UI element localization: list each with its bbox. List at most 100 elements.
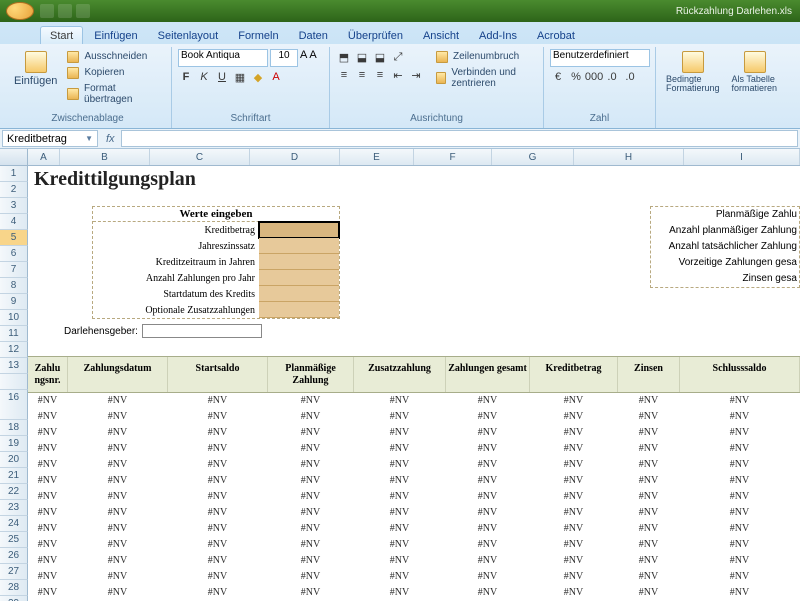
table-cell[interactable]: #NV [68, 473, 168, 489]
table-cell[interactable]: #NV [446, 393, 530, 409]
table-cell[interactable]: #NV [446, 489, 530, 505]
office-button[interactable] [6, 2, 34, 20]
table-cell[interactable]: #NV [68, 585, 168, 601]
table-cell[interactable]: #NV [168, 473, 268, 489]
format-as-table-button[interactable]: Als Tabelle formatieren [728, 49, 782, 95]
number-format-select[interactable]: Benutzerdefiniert [550, 49, 650, 67]
table-cell[interactable]: #NV [446, 569, 530, 585]
table-cell[interactable]: #NV [446, 585, 530, 601]
table-cell[interactable]: #NV [530, 505, 618, 521]
row-header[interactable]: 3 [0, 198, 28, 214]
table-header-cell[interactable]: Zusatzzahlung [354, 357, 446, 392]
input-cell[interactable] [259, 302, 339, 318]
table-cell[interactable]: #NV [618, 457, 680, 473]
table-cell[interactable]: #NV [530, 425, 618, 441]
table-cell[interactable]: #NV [268, 505, 354, 521]
cells-area[interactable]: Kredittilgungsplan Werte eingeben Kredit… [28, 166, 800, 601]
row-header[interactable]: 4 [0, 214, 28, 230]
table-cell[interactable]: #NV [530, 569, 618, 585]
table-header-cell[interactable]: Startsaldo [168, 357, 268, 392]
table-header-cell[interactable]: Zahlungen gesamt [446, 357, 530, 392]
table-cell[interactable]: #NV [168, 457, 268, 473]
table-cell[interactable]: #NV [446, 521, 530, 537]
row-header[interactable]: 10 [0, 310, 28, 326]
ribbon-tab-start[interactable]: Start [40, 26, 83, 44]
table-cell[interactable]: #NV [618, 409, 680, 425]
ribbon-tab-überprüfen[interactable]: Überprüfen [339, 27, 412, 44]
table-cell[interactable]: #NV [680, 409, 800, 425]
table-cell[interactable]: #NV [28, 393, 68, 409]
font-color-icon[interactable]: A [268, 69, 284, 85]
table-cell[interactable]: #NV [68, 425, 168, 441]
table-cell[interactable]: #NV [354, 585, 446, 601]
format-painter-button[interactable]: Format übertragen [65, 81, 165, 107]
table-header-cell[interactable]: Schlusssaldo [680, 357, 800, 392]
lender-input[interactable] [142, 324, 262, 338]
table-cell[interactable]: #NV [618, 489, 680, 505]
table-cell[interactable]: #NV [680, 569, 800, 585]
col-header[interactable]: I [684, 149, 800, 165]
table-cell[interactable]: #NV [354, 457, 446, 473]
table-cell[interactable]: #NV [446, 409, 530, 425]
table-cell[interactable]: #NV [268, 409, 354, 425]
table-cell[interactable]: #NV [168, 505, 268, 521]
ribbon-tab-acrobat[interactable]: Acrobat [528, 27, 584, 44]
input-cell[interactable] [259, 254, 339, 270]
cut-button[interactable]: Ausschneiden [65, 49, 165, 64]
align-bottom-icon[interactable]: ⬓ [372, 49, 388, 65]
table-cell[interactable]: #NV [168, 409, 268, 425]
table-header-cell[interactable]: Zinsen [618, 357, 680, 392]
table-cell[interactable]: #NV [28, 441, 68, 457]
table-cell[interactable]: #NV [680, 521, 800, 537]
table-cell[interactable]: #NV [168, 393, 268, 409]
table-cell[interactable]: #NV [530, 585, 618, 601]
table-cell[interactable]: #NV [28, 409, 68, 425]
formula-input[interactable] [121, 130, 798, 147]
table-cell[interactable]: #NV [168, 537, 268, 553]
input-cell[interactable] [259, 238, 339, 254]
table-cell[interactable]: #NV [680, 537, 800, 553]
indent-dec-icon[interactable]: ⇤ [390, 67, 406, 83]
ribbon-tab-ansicht[interactable]: Ansicht [414, 27, 468, 44]
table-cell[interactable]: #NV [680, 505, 800, 521]
table-cell[interactable]: #NV [68, 409, 168, 425]
table-cell[interactable]: #NV [618, 585, 680, 601]
table-cell[interactable]: #NV [268, 537, 354, 553]
align-top-icon[interactable]: ⬒ [336, 49, 352, 65]
table-header-cell[interactable]: Zahlu ngsnr. [28, 357, 68, 392]
table-cell[interactable]: #NV [618, 425, 680, 441]
col-header[interactable]: H [574, 149, 684, 165]
row-header[interactable]: 1 [0, 166, 28, 182]
percent-icon[interactable]: % [568, 69, 584, 85]
align-left-icon[interactable]: ≡ [336, 67, 352, 83]
row-header[interactable]: 19 [0, 436, 28, 452]
row-header[interactable]: 29 [0, 596, 28, 601]
table-cell[interactable]: #NV [354, 425, 446, 441]
table-cell[interactable]: #NV [168, 489, 268, 505]
shrink-font-icon[interactable]: A [309, 49, 316, 67]
table-cell[interactable]: #NV [354, 569, 446, 585]
table-cell[interactable]: #NV [28, 457, 68, 473]
table-cell[interactable]: #NV [618, 569, 680, 585]
table-cell[interactable]: #NV [168, 521, 268, 537]
italic-icon[interactable]: K [196, 69, 212, 85]
table-cell[interactable]: #NV [530, 441, 618, 457]
col-header[interactable]: E [340, 149, 414, 165]
table-header-cell[interactable]: Zahlungsdatum [68, 357, 168, 392]
table-cell[interactable]: #NV [268, 521, 354, 537]
ribbon-tab-seitenlayout[interactable]: Seitenlayout [149, 27, 228, 44]
fill-color-icon[interactable]: ◆ [250, 69, 266, 85]
merge-center-button[interactable]: Verbinden und zentrieren [434, 65, 537, 91]
table-cell[interactable]: #NV [354, 521, 446, 537]
indent-inc-icon[interactable]: ⇥ [408, 67, 424, 83]
row-header[interactable]: 24 [0, 516, 28, 532]
table-cell[interactable]: #NV [354, 489, 446, 505]
table-cell[interactable]: #NV [680, 457, 800, 473]
table-cell[interactable]: #NV [354, 393, 446, 409]
table-cell[interactable]: #NV [680, 425, 800, 441]
table-cell[interactable]: #NV [354, 505, 446, 521]
col-header[interactable]: A [28, 149, 60, 165]
row-header[interactable]: 9 [0, 294, 28, 310]
table-cell[interactable]: #NV [618, 505, 680, 521]
table-cell[interactable]: #NV [618, 393, 680, 409]
